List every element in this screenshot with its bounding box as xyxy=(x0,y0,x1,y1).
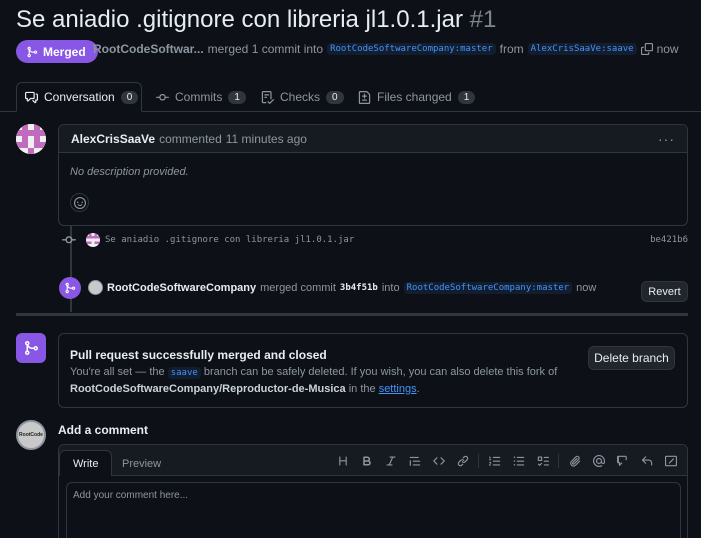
avatar[interactable] xyxy=(88,280,103,295)
timeline-end-divider xyxy=(16,313,688,316)
tab-conversation[interactable]: Conversation 0 xyxy=(16,82,142,112)
merged-text-part: branch can be safely deleted. If you wis… xyxy=(203,366,558,378)
git-merge-icon xyxy=(59,277,81,299)
git-merge-icon xyxy=(16,333,46,363)
tab-checks-label: Checks xyxy=(280,90,321,104)
merge-text: merged commit xyxy=(260,281,336,294)
merged-text-part: You're all set — the xyxy=(70,366,165,378)
toolbar-divider xyxy=(478,453,479,468)
mention-icon[interactable] xyxy=(590,452,607,469)
comment-action: commented xyxy=(159,131,222,146)
checklist-icon xyxy=(261,90,274,104)
pr-author-link[interactable]: RootCodeSoftwar... xyxy=(93,42,204,56)
avatar[interactable]: RootCode xyxy=(16,420,46,450)
cross-reference-icon[interactable] xyxy=(614,452,631,469)
settings-link[interactable]: settings xyxy=(379,383,417,395)
tab-write[interactable]: Write xyxy=(59,450,113,476)
tab-commits-count: 1 xyxy=(228,90,246,104)
git-commit-icon xyxy=(156,91,169,104)
add-comment-heading: Add a comment xyxy=(58,423,149,437)
merge-time: now xyxy=(576,281,597,294)
commit-sha[interactable]: be421b6 xyxy=(650,235,688,245)
kebab-menu-icon[interactable]: ··· xyxy=(658,131,675,147)
merge-actor[interactable]: RootCodeSoftwareCompany xyxy=(107,282,256,294)
merge-branch[interactable]: RootCodeSoftwareCompany:master xyxy=(403,281,573,294)
diff-icon[interactable] xyxy=(662,452,679,469)
bold-icon[interactable] xyxy=(358,452,375,469)
merged-text-part: in the xyxy=(348,383,376,395)
copy-icon[interactable] xyxy=(640,43,653,55)
merged-status-text: You're all set — the saave branch can be… xyxy=(70,364,570,397)
pr-time: now xyxy=(656,42,679,56)
tab-files-changed-label: Files changed xyxy=(377,90,452,104)
numbered-list-icon[interactable] xyxy=(486,452,503,469)
tab-commits-label: Commits xyxy=(175,90,223,104)
reply-icon[interactable] xyxy=(638,452,655,469)
quote-icon[interactable] xyxy=(406,452,423,469)
paperclip-icon[interactable] xyxy=(566,452,583,469)
smiley-icon[interactable] xyxy=(70,193,89,212)
commit-row: Se aniadio .gitignore con libreria jl1.0… xyxy=(62,232,688,248)
comment-discussion-icon xyxy=(25,91,38,104)
bullet-list-icon[interactable] xyxy=(510,452,527,469)
markdown-toolbar xyxy=(334,452,679,469)
delete-branch-button[interactable]: Delete branch xyxy=(588,346,675,370)
head-branch-label[interactable]: AlexCrisSaaVe:saave xyxy=(527,43,637,55)
comment-header: AlexCrisSaaVe commented 11 minutes ago ·… xyxy=(59,125,687,153)
toolbar-divider xyxy=(558,453,559,468)
merged-status-title: Pull request successfully merged and clo… xyxy=(70,348,327,362)
pr-title-text: Se aniadio .gitignore con libreria jl1.0… xyxy=(16,6,463,33)
comment-editor: Write Preview Add your comment here... xyxy=(58,444,688,538)
avatar[interactable] xyxy=(16,124,46,154)
merge-into: into xyxy=(381,281,400,294)
tab-conversation-count: 0 xyxy=(120,90,139,104)
editor-header: Write Preview xyxy=(59,445,687,476)
tab-checks[interactable]: Checks 0 xyxy=(253,82,352,112)
commit-message[interactable]: Se aniadio .gitignore con libreria jl1.0… xyxy=(105,235,354,245)
comment-body: No description provided. xyxy=(70,166,189,178)
merge-sha[interactable]: 3b4f51b xyxy=(340,283,378,293)
pr-title: Se aniadio .gitignore con libreria jl1.0… xyxy=(16,6,496,34)
pr-number: #1 xyxy=(469,6,497,33)
branch-label[interactable]: saave xyxy=(167,367,201,379)
tasklist-icon[interactable] xyxy=(534,452,551,469)
code-icon[interactable] xyxy=(430,452,447,469)
pr-meta: RootCodeSoftwar... merged 1 commit into … xyxy=(93,42,679,56)
avatar-text: RootCode xyxy=(19,431,43,438)
link-icon[interactable] xyxy=(454,452,471,469)
merged-text: merged 1 commit into xyxy=(207,42,324,56)
italic-icon[interactable] xyxy=(382,452,399,469)
git-merge-icon xyxy=(26,46,38,58)
heading-icon[interactable] xyxy=(334,452,351,469)
file-diff-icon xyxy=(358,90,371,104)
comment-time[interactable]: 11 minutes ago xyxy=(226,132,307,146)
tab-commits[interactable]: Commits 1 xyxy=(148,82,254,112)
merge-event: RootCodeSoftwareCompany merged commit 3b… xyxy=(88,280,596,295)
revert-button[interactable]: Revert xyxy=(641,281,688,302)
tab-conversation-label: Conversation xyxy=(44,90,115,104)
tab-files-changed[interactable]: Files changed 1 xyxy=(350,82,483,112)
avatar[interactable] xyxy=(86,233,100,247)
merged-text-part: . xyxy=(416,383,420,395)
from-text: from xyxy=(499,42,524,56)
comment-textarea[interactable]: Add your comment here... xyxy=(66,482,681,538)
repo-name: RootCodeSoftwareCompany/Reproductor-de-M… xyxy=(70,383,346,395)
tab-preview[interactable]: Preview xyxy=(109,451,174,477)
comment-author[interactable]: AlexCrisSaaVe xyxy=(71,132,155,146)
git-commit-icon xyxy=(62,233,76,247)
merged-label: Merged xyxy=(43,44,86,59)
merged-state-badge: Merged xyxy=(16,40,98,63)
tab-files-changed-count: 1 xyxy=(457,90,476,104)
tab-checks-count: 0 xyxy=(326,90,344,104)
base-branch-label[interactable]: RootCodeSoftwareCompany:master xyxy=(327,43,496,55)
